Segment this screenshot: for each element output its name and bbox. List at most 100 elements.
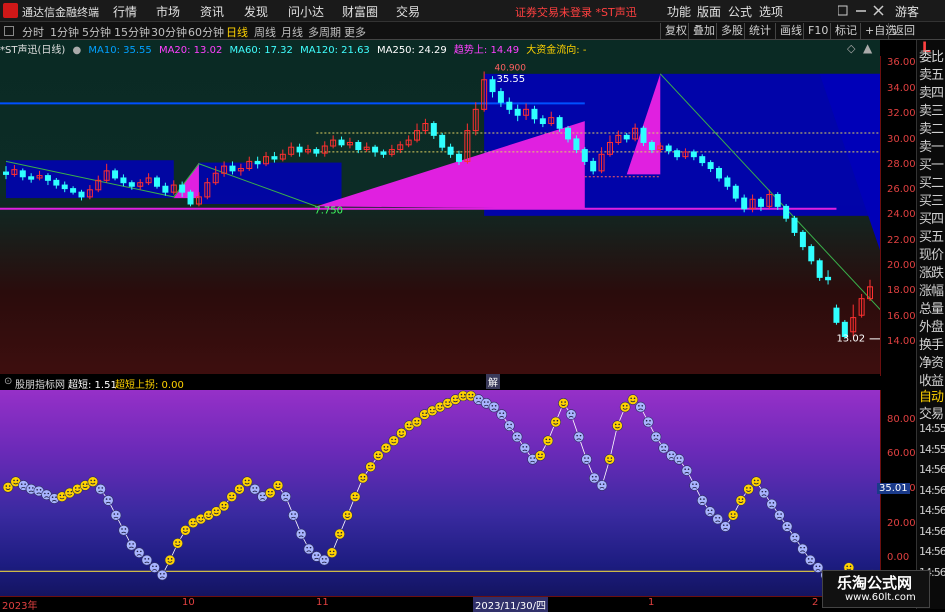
restore-icon[interactable] xyxy=(838,5,848,16)
smiley-eye xyxy=(672,453,674,456)
smiley-face xyxy=(164,554,176,566)
smiley-eye xyxy=(499,412,501,415)
tab-1min[interactable]: 1分钟 xyxy=(50,24,79,40)
falling-smiley-icon xyxy=(249,483,261,495)
candle xyxy=(430,121,437,139)
release-stamp[interactable]: 解 xyxy=(486,374,500,389)
stats-button[interactable]: 统计 xyxy=(744,23,775,39)
smiley-eye xyxy=(175,541,177,543)
mark-button[interactable]: 标记 xyxy=(830,23,861,39)
smiley-eye xyxy=(306,546,308,549)
candle-body xyxy=(179,184,186,193)
menu-function[interactable]: 功能 xyxy=(667,3,691,20)
smiley-eye xyxy=(456,397,458,400)
date-tick: 11 xyxy=(316,597,329,608)
close-icon[interactable] xyxy=(873,5,884,16)
tab-daily[interactable]: 日线 xyxy=(226,24,248,40)
panel-toggle-icon[interactable] xyxy=(4,26,14,36)
candle xyxy=(447,143,454,158)
draw-line-button[interactable]: 画线 xyxy=(775,23,806,39)
multi-stock-button[interactable]: 多股 xyxy=(716,23,747,39)
smiley-eye xyxy=(294,513,296,515)
smiley-face xyxy=(673,454,685,465)
candle-body xyxy=(539,118,546,125)
falling-smiley-icon xyxy=(673,454,685,465)
candle xyxy=(380,149,387,158)
f10-button[interactable]: F10 xyxy=(803,23,832,39)
oscillator-svg[interactable] xyxy=(0,390,880,596)
candle xyxy=(388,144,395,157)
candle xyxy=(405,135,412,148)
smiley-eye xyxy=(105,498,108,500)
osc-tick: 20.00 xyxy=(887,518,916,529)
tab-multi-period[interactable]: 多周期 xyxy=(308,24,341,40)
pin-icon[interactable]: ◇ xyxy=(847,42,855,55)
candle-body xyxy=(799,231,806,248)
candle-body xyxy=(128,182,135,187)
menu-market[interactable]: 市场 xyxy=(156,3,180,20)
rising-smiley-icon xyxy=(264,487,276,499)
overlay-button[interactable]: 叠加 xyxy=(688,23,719,39)
main-kline-chart[interactable]: 35.55 40.900 7.750 13.02 xyxy=(0,40,945,376)
oscillator-chart[interactable] xyxy=(0,390,880,596)
last-price-label: 13.02 xyxy=(836,333,865,344)
tab-5min[interactable]: 5分钟 xyxy=(82,24,111,40)
smiley-eye xyxy=(209,513,212,515)
rising-smiley-icon xyxy=(627,394,639,405)
kline-svg[interactable]: 35.5540.900 7.750 13.02 xyxy=(0,40,945,376)
tab-weekly[interactable]: 周线 xyxy=(254,24,276,40)
smiley-eye xyxy=(715,516,717,519)
falling-smiley-icon xyxy=(488,401,500,413)
falling-smiley-icon xyxy=(141,554,153,566)
smiley-face xyxy=(619,401,631,413)
app-title: 通达信金融终端 xyxy=(22,6,99,19)
smiley-eye xyxy=(726,524,728,527)
tab-intraday[interactable]: 分时 xyxy=(22,24,44,40)
smiley-eye xyxy=(394,438,397,441)
smiley-eye xyxy=(352,494,355,497)
candle-body xyxy=(724,177,731,187)
indicator-toggle-icon[interactable]: ⊙ xyxy=(4,376,12,387)
collapse-icon[interactable]: ▲ xyxy=(863,41,872,55)
smiley-face xyxy=(581,454,592,465)
rising-smiley-icon xyxy=(380,442,392,454)
smiley-eye xyxy=(190,520,193,523)
side-tab-trade[interactable]: 交易 xyxy=(919,403,944,422)
smiley-eye xyxy=(136,550,139,553)
menu-news[interactable]: 资讯 xyxy=(200,3,224,20)
restore-rights-button[interactable]: 复权 xyxy=(660,23,691,39)
candle-body xyxy=(187,191,194,205)
tab-60min[interactable]: 60分钟 xyxy=(188,24,224,40)
menu-ask[interactable]: 问小达 xyxy=(288,3,324,20)
menu-formula[interactable]: 公式 xyxy=(728,3,752,20)
side-item: 卖三 xyxy=(919,104,944,119)
tab-more[interactable]: 更多 xyxy=(344,24,366,40)
smiley-eye xyxy=(417,419,420,422)
menu-layout[interactable]: 版面 xyxy=(697,3,721,20)
smiley-eye xyxy=(283,494,285,497)
menu-trade[interactable]: 交易 xyxy=(396,3,420,20)
smiley-face xyxy=(596,480,608,491)
falling-smiley-icon xyxy=(588,472,600,484)
guest-label[interactable]: 游客 xyxy=(895,3,919,20)
tab-15min[interactable]: 15分钟 xyxy=(114,24,150,40)
menu-quotes[interactable]: 行情 xyxy=(113,3,137,20)
smiley-face xyxy=(558,398,569,409)
smiley-face xyxy=(218,500,230,512)
smiley-eye xyxy=(255,487,258,489)
back-button[interactable]: 返回 xyxy=(888,23,919,39)
menu-options[interactable]: 选项 xyxy=(759,3,783,20)
candle xyxy=(422,118,429,135)
indicator-toggle-icon[interactable]: ● xyxy=(72,45,81,56)
menu-discover[interactable]: 发现 xyxy=(244,3,268,20)
menu-wealth[interactable]: 财富圈 xyxy=(342,3,378,20)
tab-monthly[interactable]: 月线 xyxy=(281,24,303,40)
rising-smiley-icon xyxy=(396,427,407,439)
tab-30min[interactable]: 30分钟 xyxy=(151,24,187,40)
smiley-face xyxy=(735,495,747,506)
smiley-face xyxy=(488,401,500,413)
smiley-eye xyxy=(811,558,813,560)
date-tick: 10 xyxy=(182,597,195,608)
smiley-eye xyxy=(236,487,239,489)
watermark-url: www.60lt.com xyxy=(845,592,916,603)
